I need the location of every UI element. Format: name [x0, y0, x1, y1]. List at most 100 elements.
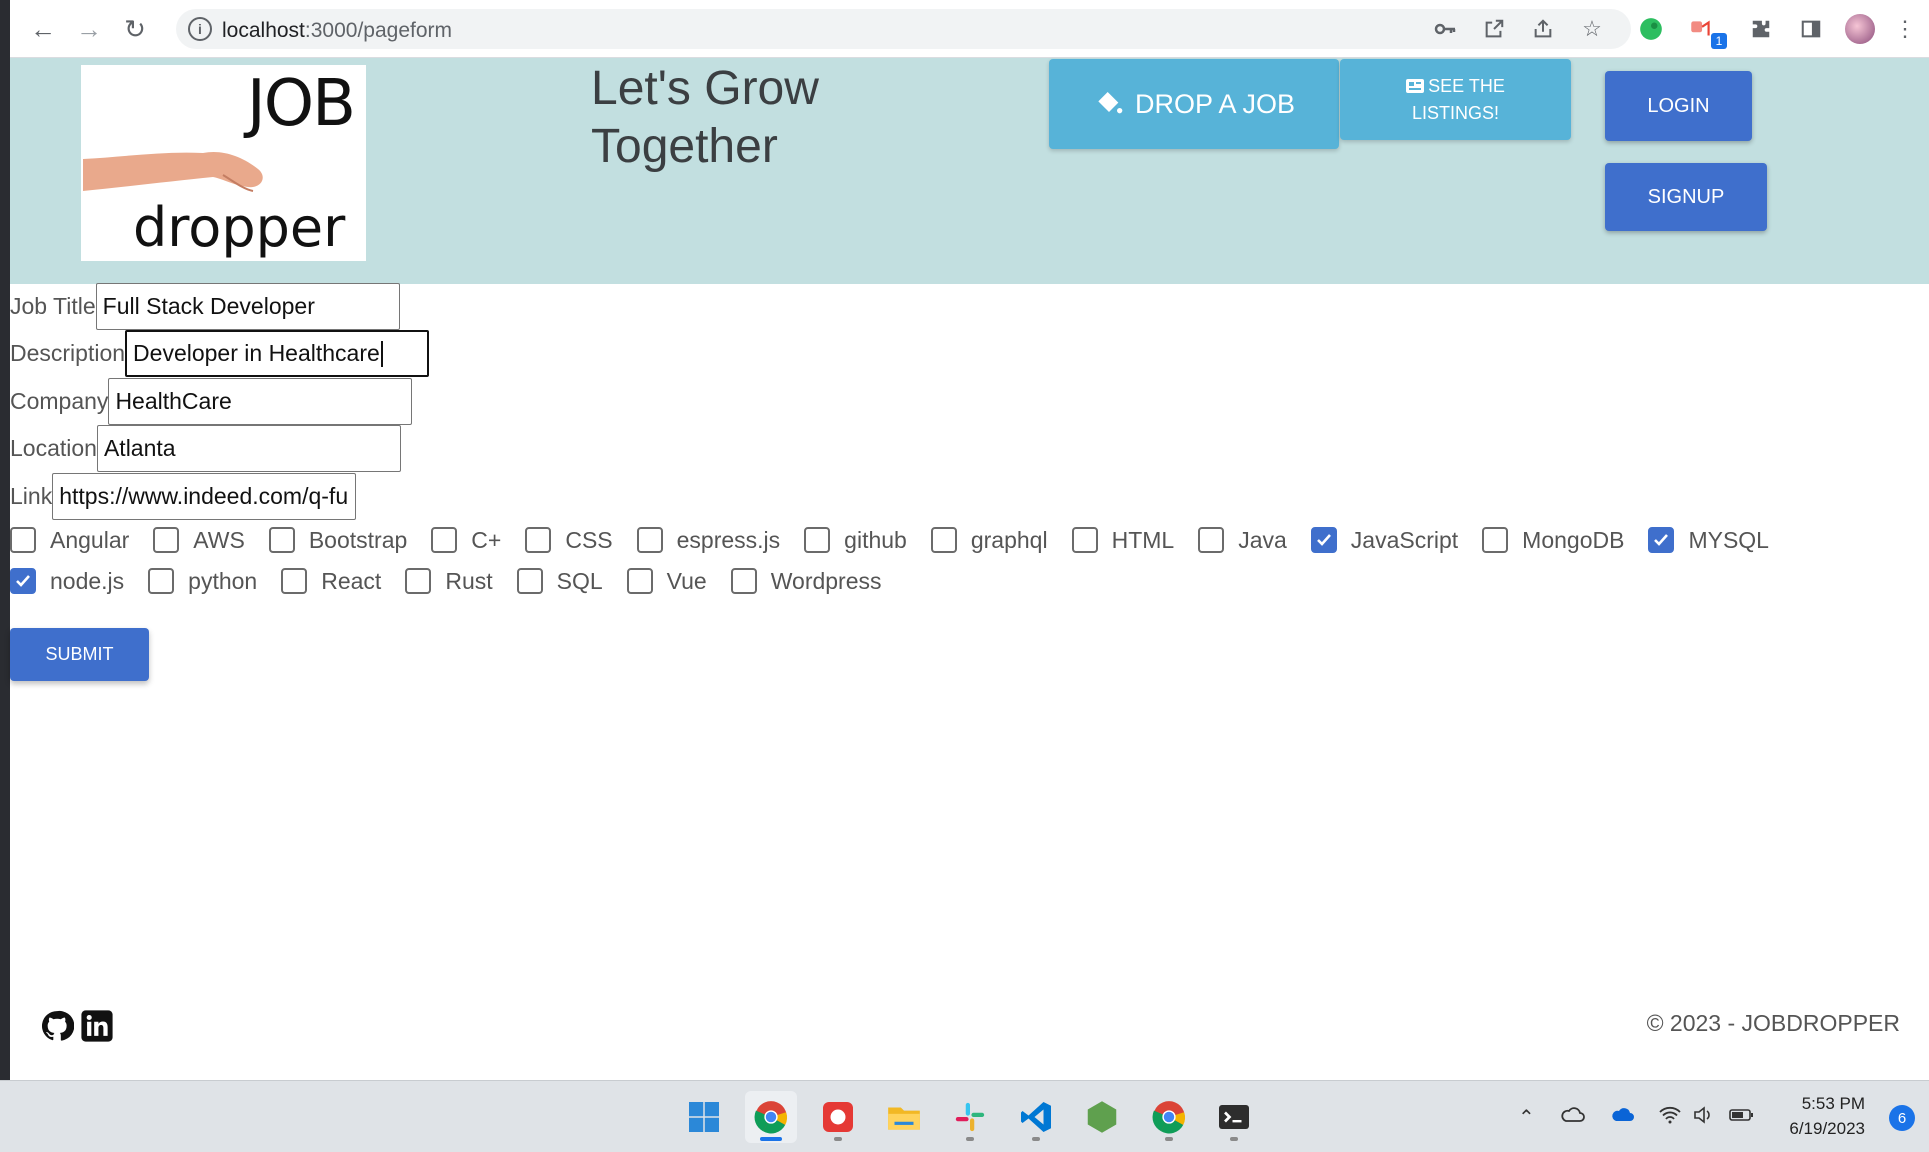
checkbox-css[interactable]	[525, 527, 552, 553]
checkmark-icon	[16, 575, 30, 587]
job-title-input[interactable]: Full Stack Developer	[95, 283, 400, 330]
linkedin-icon[interactable]	[80, 1009, 114, 1043]
skill-label-python: python	[188, 567, 258, 594]
running-indicator	[1230, 1137, 1238, 1141]
skill-label-sql: SQL	[556, 567, 603, 594]
taskbar-file-explorer-icon[interactable]	[878, 1091, 930, 1143]
screen: ← → ↻ i localhost:3000/pageform ☆ 1 ⋮ JO…	[0, 0, 1929, 1152]
notification-count-badge[interactable]: 6	[1889, 1105, 1915, 1131]
onedrive-icon[interactable]	[1610, 1105, 1636, 1131]
address-bar[interactable]: i localhost:3000/pageform	[176, 9, 1631, 49]
location-input[interactable]: Atlanta	[96, 425, 401, 472]
taskbar-slack-icon[interactable]	[944, 1091, 996, 1143]
checkbox-mysql[interactable]	[1648, 527, 1675, 553]
checkbox-wordpress[interactable]	[730, 568, 757, 594]
desktop-edge	[0, 0, 10, 1080]
checkbox-graphql[interactable]	[930, 527, 957, 553]
bookmark-star-icon[interactable]: ☆	[1577, 14, 1607, 44]
taskbar-vscode-icon[interactable]	[1010, 1091, 1062, 1143]
show-hidden-icons-chevron-icon[interactable]: ⌃	[1518, 1105, 1535, 1130]
running-indicator	[1165, 1137, 1173, 1141]
skill-label-espress-js: espress.js	[676, 526, 781, 553]
checkbox-react[interactable]	[281, 568, 308, 594]
taskbar-chrome-profile-icon[interactable]	[1143, 1091, 1195, 1143]
company-row: Company HealthCare	[10, 378, 413, 425]
skill-label-graphql: graphql	[970, 526, 1048, 553]
checkbox-github[interactable]	[804, 527, 831, 553]
clock-time: 5:53 PM	[1801, 1094, 1865, 1113]
checkbox-python[interactable]	[148, 568, 175, 594]
checkbox-rust[interactable]	[405, 568, 432, 594]
open-external-icon[interactable]	[1479, 14, 1509, 44]
os-taskbar: ⌃ 5:53 PM 6/19/2023 6	[0, 1080, 1929, 1152]
location-label: Location	[10, 435, 97, 461]
checkbox-sql[interactable]	[516, 568, 543, 594]
site-info-icon[interactable]: i	[188, 17, 212, 41]
menu-kebab-icon[interactable]: ⋮	[1890, 14, 1920, 44]
submit-button[interactable]: SUBMIT	[10, 628, 149, 681]
checkbox-node-js[interactable]	[10, 568, 36, 594]
footer-social-links	[40, 1009, 114, 1043]
checkbox-aws[interactable]	[153, 527, 180, 553]
taskbar-chrome-icon[interactable]	[745, 1091, 797, 1143]
checkbox-javascript[interactable]	[1310, 527, 1337, 553]
checkbox-html[interactable]	[1071, 527, 1098, 553]
share-icon[interactable]	[1528, 14, 1558, 44]
url-host: localhost	[222, 19, 305, 42]
profile-avatar[interactable]	[1845, 14, 1875, 44]
skill-label-java: Java	[1238, 526, 1287, 553]
checkbox-java[interactable]	[1198, 527, 1225, 553]
text-caret	[380, 340, 383, 367]
skill-label-javascript: JavaScript	[1350, 526, 1459, 553]
drop-a-job-label: DROP A JOB	[1134, 88, 1296, 119]
wifi-icon[interactable]	[1658, 1105, 1682, 1131]
hand-illustration	[83, 151, 263, 192]
cloud-sync-icon[interactable]	[1560, 1105, 1586, 1131]
app-header: JOB dropper Let's Grow Together DROP A J…	[10, 58, 1929, 284]
evernote-extension-icon[interactable]	[1636, 14, 1666, 44]
link-input[interactable]: https://www.indeed.com/q-fu	[52, 473, 357, 520]
battery-icon[interactable]	[1728, 1105, 1756, 1131]
company-input[interactable]: HealthCare	[108, 378, 413, 425]
forward-arrow-icon[interactable]: →	[72, 12, 106, 46]
checkbox-vue[interactable]	[626, 568, 653, 594]
logo-word-job: JOB	[246, 67, 356, 141]
windows-start-icon[interactable]	[678, 1091, 730, 1143]
puzzle-extensions-icon[interactable]	[1746, 14, 1776, 44]
back-arrow-icon[interactable]: ←	[26, 12, 60, 46]
side-panel-icon[interactable]	[1796, 14, 1826, 44]
login-button[interactable]: LOGIN	[1605, 71, 1752, 141]
skill-label-rust: Rust	[445, 567, 493, 594]
volume-icon[interactable]	[1692, 1105, 1716, 1131]
running-indicator	[966, 1137, 974, 1141]
tagline: Let's Grow Together	[591, 62, 819, 173]
taskbar-terminal-icon[interactable]	[1208, 1091, 1260, 1143]
skills-row-2: node.js python React Rust SQL Vue Wordpr…	[10, 566, 906, 596]
drop-a-job-button[interactable]: DROP A JOB	[1049, 59, 1339, 149]
skill-label-html: HTML	[1111, 526, 1175, 553]
checkbox-bootstrap[interactable]	[268, 527, 295, 553]
reload-icon[interactable]: ↻	[118, 12, 152, 46]
github-icon[interactable]	[40, 1009, 74, 1043]
checkmark-icon	[1316, 534, 1331, 546]
company-label: Company	[10, 388, 109, 414]
description-input[interactable]: Developer in Healthcare	[125, 330, 430, 377]
url-path: :3000/pageform	[304, 19, 452, 42]
system-clock[interactable]: 5:53 PM 6/19/2023	[1789, 1091, 1865, 1141]
skill-label-vue: Vue	[666, 567, 707, 594]
checkbox-mongodb[interactable]	[1482, 527, 1509, 553]
checkbox-angular[interactable]	[10, 527, 36, 553]
checkbox-espress-js[interactable]	[636, 527, 663, 553]
skill-label-node-js: node.js	[50, 567, 125, 594]
address-url[interactable]: localhost:3000/pageform	[222, 19, 452, 43]
see-listings-button[interactable]: SEE THE LISTINGS!	[1340, 59, 1571, 140]
key-icon[interactable]	[1430, 14, 1460, 44]
taskbar-app-red-icon[interactable]	[812, 1091, 864, 1143]
description-value: Developer in Healthcare	[133, 340, 380, 366]
jobdropper-logo[interactable]: JOB dropper	[81, 65, 366, 261]
clock-date: 6/19/2023	[1789, 1119, 1865, 1138]
taskbar-node-icon[interactable]	[1076, 1091, 1128, 1143]
checkbox-c-plus[interactable]	[431, 527, 458, 553]
active-indicator	[760, 1137, 782, 1141]
signup-button[interactable]: SIGNUP	[1605, 163, 1767, 231]
